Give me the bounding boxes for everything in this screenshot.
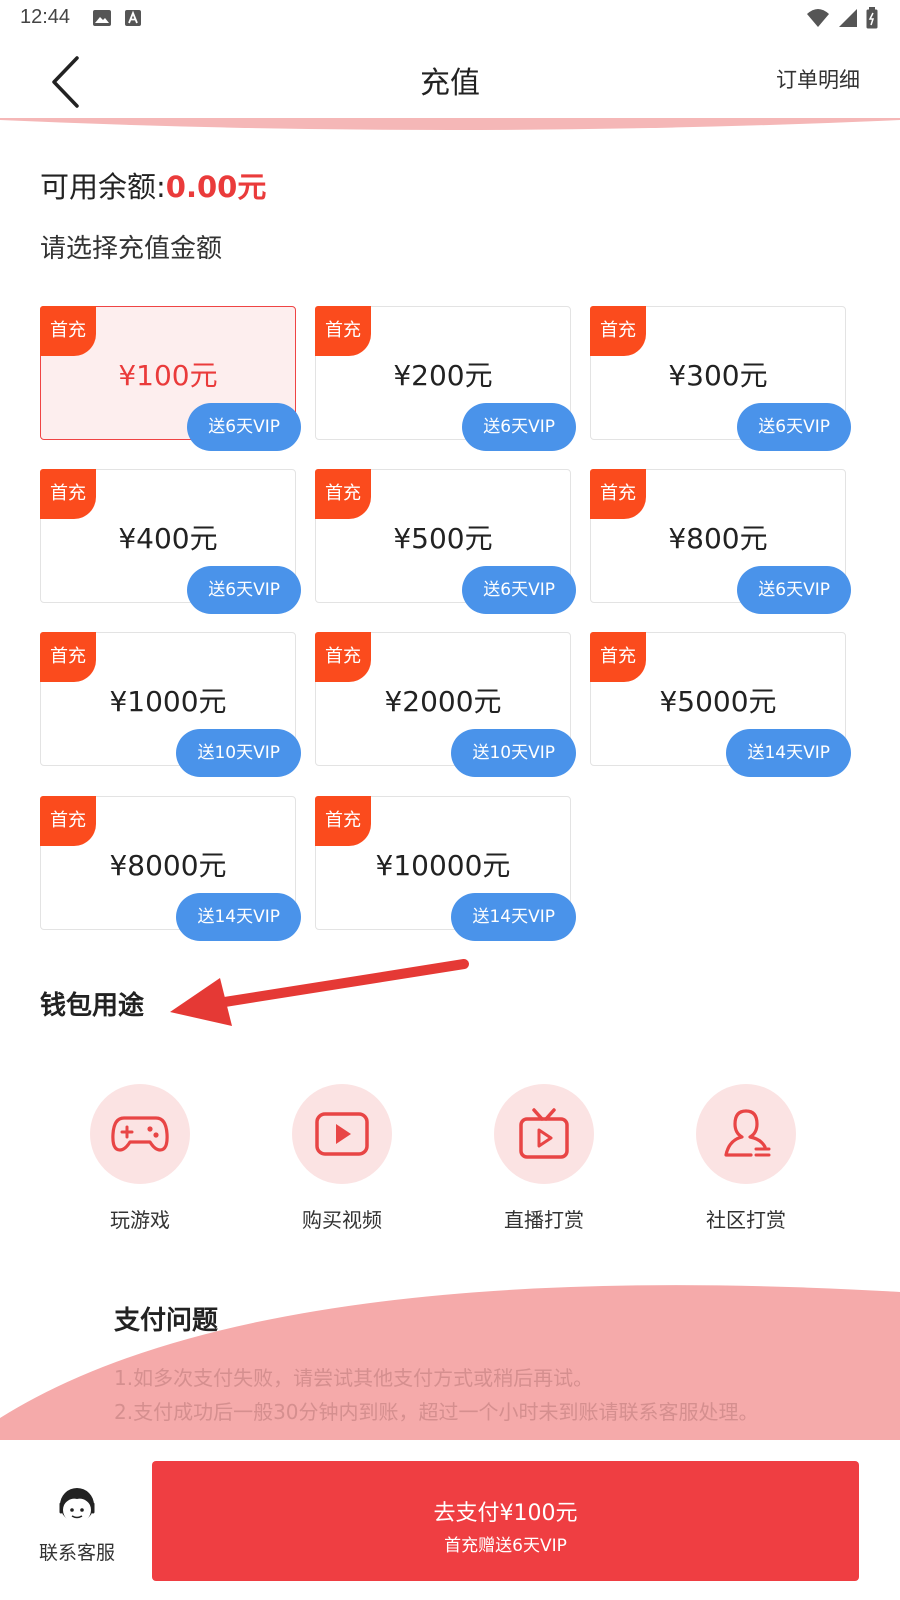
red-arrow-annotation — [170, 959, 469, 1026]
amount-option-1000[interactable]: 首充 ¥1000元 送10天VIP — [40, 632, 301, 777]
first-charge-tag: 首充 — [315, 796, 371, 846]
use-label: 购买视频 — [302, 1208, 382, 1232]
first-charge-tag: 首充 — [590, 632, 646, 682]
status-time: 12:44 — [20, 6, 71, 28]
image-notification-icon — [93, 10, 111, 26]
first-charge-tag: 首充 — [315, 632, 371, 682]
vip-bonus-badge: 送6天VIP — [187, 566, 301, 614]
signal-icon — [839, 9, 857, 27]
vip-bonus-badge: 送14天VIP — [726, 729, 851, 777]
first-charge-tag: 首充 — [40, 632, 96, 682]
amount-option-8000[interactable]: 首充 ¥8000元 送14天VIP — [40, 796, 301, 941]
amount-option-5000[interactable]: 首充 ¥5000元 送14天VIP — [590, 632, 851, 777]
bottom-bar: 联系客服 去支付¥100元 首充赠送6天VIP — [0, 1440, 900, 1600]
first-charge-tag: 首充 — [315, 306, 371, 356]
battery-icon — [866, 7, 878, 29]
amount-price: ¥800元 — [668, 522, 768, 555]
amount-price: ¥2000元 — [384, 685, 502, 718]
wallet-uses: 玩游戏 购买视频 直播打赏 社区打赏 — [40, 1084, 860, 1244]
wifi-icon — [807, 9, 829, 27]
amount-price: ¥8000元 — [109, 849, 227, 882]
use-community-reward[interactable]: 社区打赏 — [686, 1084, 806, 1233]
use-live-reward[interactable]: 直播打赏 — [484, 1084, 604, 1233]
amount-option-200[interactable]: 首充 ¥200元 送6天VIP — [315, 306, 576, 451]
amount-price: ¥100元 — [118, 359, 218, 392]
vip-bonus-badge: 送6天VIP — [187, 403, 301, 451]
pay-button-label: 去支付¥100元 — [433, 1501, 578, 1526]
vip-bonus-badge: 送6天VIP — [462, 403, 576, 451]
customer-service-icon — [59, 1488, 95, 1523]
amount-price: ¥500元 — [393, 522, 493, 555]
use-play-games[interactable]: 玩游戏 — [80, 1084, 200, 1233]
status-bar: 12:44 — [0, 0, 900, 38]
amount-price: ¥400元 — [118, 522, 218, 555]
use-label: 社区打赏 — [706, 1208, 786, 1232]
vip-bonus-badge: 送10天VIP — [176, 729, 301, 777]
vip-bonus-badge: 送6天VIP — [737, 403, 851, 451]
first-charge-tag: 首充 — [40, 306, 96, 356]
amount-option-400[interactable]: 首充 ¥400元 送6天VIP — [40, 469, 301, 614]
balance-label: 可用余额: — [40, 170, 166, 204]
balance-amount: 0.00元 — [165, 170, 267, 204]
amount-price: ¥1000元 — [109, 685, 227, 718]
pay-button[interactable]: 去支付¥100元 首充赠送6天VIP — [152, 1461, 859, 1581]
payment-note: 2.支付成功后一般30分钟内到账，超过一个小时未到账请联系客服处理。 — [114, 1400, 759, 1424]
amount-option-2000[interactable]: 首充 ¥2000元 送10天VIP — [315, 632, 576, 777]
use-label: 直播打赏 — [504, 1208, 584, 1232]
vip-bonus-badge: 送10天VIP — [451, 729, 576, 777]
select-amount-label: 请选择充值金额 — [40, 234, 223, 264]
amount-grid: 首充 ¥100元 送6天VIP 首充 ¥200元 送6天VIP 首充 ¥300元… — [40, 306, 860, 941]
play-video-icon — [315, 1112, 369, 1156]
amount-price: ¥10000元 — [375, 849, 511, 882]
order-detail-link[interactable]: 订单明细 — [776, 64, 860, 94]
customer-service-label: 联系客服 — [38, 1542, 115, 1564]
font-notification-icon — [125, 10, 141, 26]
use-buy-video[interactable]: 购买视频 — [282, 1084, 402, 1233]
pay-button-subtitle: 首充赠送6天VIP — [444, 1536, 567, 1556]
wallet-usage-title: 钱包用途 — [40, 991, 145, 1021]
balance-line: 可用余额:0.00元 — [40, 164, 266, 206]
first-charge-tag: 首充 — [315, 469, 371, 519]
use-label: 玩游戏 — [110, 1208, 170, 1232]
first-charge-tag: 首充 — [40, 796, 96, 846]
tv-live-icon — [519, 1108, 569, 1159]
amount-option-800[interactable]: 首充 ¥800元 送6天VIP — [590, 469, 851, 614]
vip-bonus-badge: 送14天VIP — [451, 893, 576, 941]
gamepad-icon — [111, 1116, 169, 1152]
amount-price: ¥200元 — [393, 359, 493, 392]
page-title: 充值 — [420, 66, 480, 101]
amount-price: ¥300元 — [668, 359, 768, 392]
vip-bonus-badge: 送14天VIP — [176, 893, 301, 941]
amount-option-10000[interactable]: 首充 ¥10000元 送14天VIP — [315, 796, 576, 941]
header-wave-divider — [0, 118, 900, 130]
payment-note: 1.如多次支付失败，请尝试其他支付方式或稍后再试。 — [114, 1366, 594, 1390]
first-charge-tag: 首充 — [40, 469, 96, 519]
amount-option-500[interactable]: 首充 ¥500元 送6天VIP — [315, 469, 576, 614]
customer-service-button[interactable]: 联系客服 — [30, 1480, 124, 1565]
vip-bonus-badge: 送6天VIP — [737, 566, 851, 614]
amount-price: ¥5000元 — [659, 685, 777, 718]
payment-issues-title: 支付问题 — [114, 1306, 219, 1336]
nav-bar: 充值 订单明细 — [0, 38, 900, 118]
community-user-icon — [724, 1109, 771, 1157]
first-charge-tag: 首充 — [590, 306, 646, 356]
vip-bonus-badge: 送6天VIP — [462, 566, 576, 614]
first-charge-tag: 首充 — [590, 469, 646, 519]
amount-option-100[interactable]: 首充 ¥100元 送6天VIP — [40, 306, 301, 451]
amount-option-300[interactable]: 首充 ¥300元 送6天VIP — [590, 306, 851, 451]
